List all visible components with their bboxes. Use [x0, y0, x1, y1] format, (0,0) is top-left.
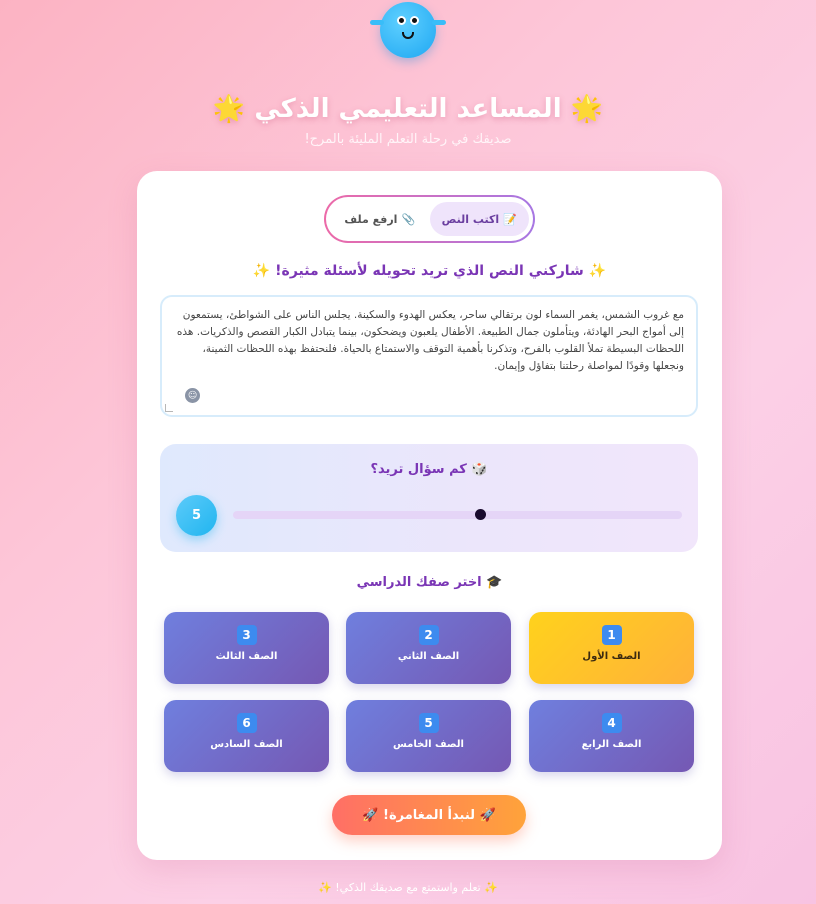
slider-thumb[interactable]	[474, 509, 486, 520]
page-subtitle: صديقك في رحلة التعلم المليئة بالمرح!	[304, 132, 512, 147]
paperclip-icon: 📎	[401, 212, 416, 226]
number-5-icon: 5	[418, 713, 439, 733]
page-title: 🌟 المساعد التعليمي الذكي 🌟	[0, 94, 816, 124]
mascot-robot-icon	[370, 2, 446, 58]
question-count-badge: 5	[176, 495, 217, 536]
tab-write-text[interactable]: 📝 اكتب النص	[429, 202, 529, 236]
resize-handle-icon[interactable]	[165, 404, 173, 412]
start-adventure-button[interactable]: 🚀 لنبدأ المغامرة! 🚀	[332, 795, 526, 835]
grade-button-6[interactable]: 6 الصف السادس	[164, 700, 329, 772]
grade-label: الصف الرابع	[581, 739, 642, 750]
robot-icon[interactable]: ☺	[185, 388, 200, 403]
grade-label: الصف الثاني	[397, 651, 460, 662]
text-input-area[interactable]: مع غروب الشمس، يغمر السماء لون برتقالي س…	[160, 295, 698, 417]
grade-label: الصف الأول	[582, 651, 641, 662]
number-6-icon: 6	[236, 713, 257, 733]
question-count-slider[interactable]	[233, 509, 682, 520]
mascot-left-eye	[397, 16, 406, 25]
mascot-mouth	[402, 32, 414, 39]
footer-text: ✨ تعلم واستمتع مع صديقك الذكي! ✨	[318, 881, 498, 894]
question-count-title: 🎲 كم سؤال تريد؟	[370, 462, 488, 477]
grade-label: الصف الخامس	[393, 739, 464, 750]
memo-icon: 📝	[503, 212, 517, 226]
number-4-icon: 4	[601, 713, 622, 733]
grade-label: الصف السادس	[210, 739, 283, 750]
mascot-right-arm	[432, 20, 446, 25]
input-mode-tabs: 📝 اكتب النص 📎 ارفع ملف	[324, 195, 535, 243]
text-prompt: ✨ شاركني النص الذي تريد تحويله لأسئلة مث…	[252, 263, 607, 279]
tab-label: اكتب النص	[441, 212, 500, 226]
number-3-icon: 3	[236, 625, 257, 645]
number-2-icon: 2	[418, 625, 439, 645]
mascot-right-eye	[410, 16, 419, 25]
mascot-left-arm	[370, 20, 384, 25]
number-1-icon: 1	[601, 625, 622, 645]
grade-button-4[interactable]: 4 الصف الرابع	[529, 700, 694, 772]
main-card: 📝 اكتب النص 📎 ارفع ملف ✨ شاركني النص الذ…	[137, 171, 722, 860]
grade-button-3[interactable]: 3 الصف الثالث	[164, 612, 329, 684]
grade-button-1[interactable]: 1 الصف الأول	[529, 612, 694, 684]
page-title-text: المساعد التعليمي الذكي	[254, 94, 562, 124]
grade-label: الصف الثالث	[215, 651, 278, 662]
star-icon: 🌟	[570, 94, 604, 124]
star-icon: 🌟	[212, 94, 246, 124]
question-count-panel: 🎲 كم سؤال تريد؟ 5	[160, 444, 698, 552]
grade-button-5[interactable]: 5 الصف الخامس	[346, 700, 511, 772]
tab-upload-file[interactable]: 📎 ارفع ملف	[330, 202, 430, 236]
tab-label: ارفع ملف	[344, 212, 398, 226]
text-input-value[interactable]: مع غروب الشمس، يغمر السماء لون برتقالي س…	[174, 307, 684, 375]
grade-button-2[interactable]: 2 الصف الثاني	[346, 612, 511, 684]
grade-section-title: 🎓 اختر صفك الدراسي	[356, 575, 503, 590]
